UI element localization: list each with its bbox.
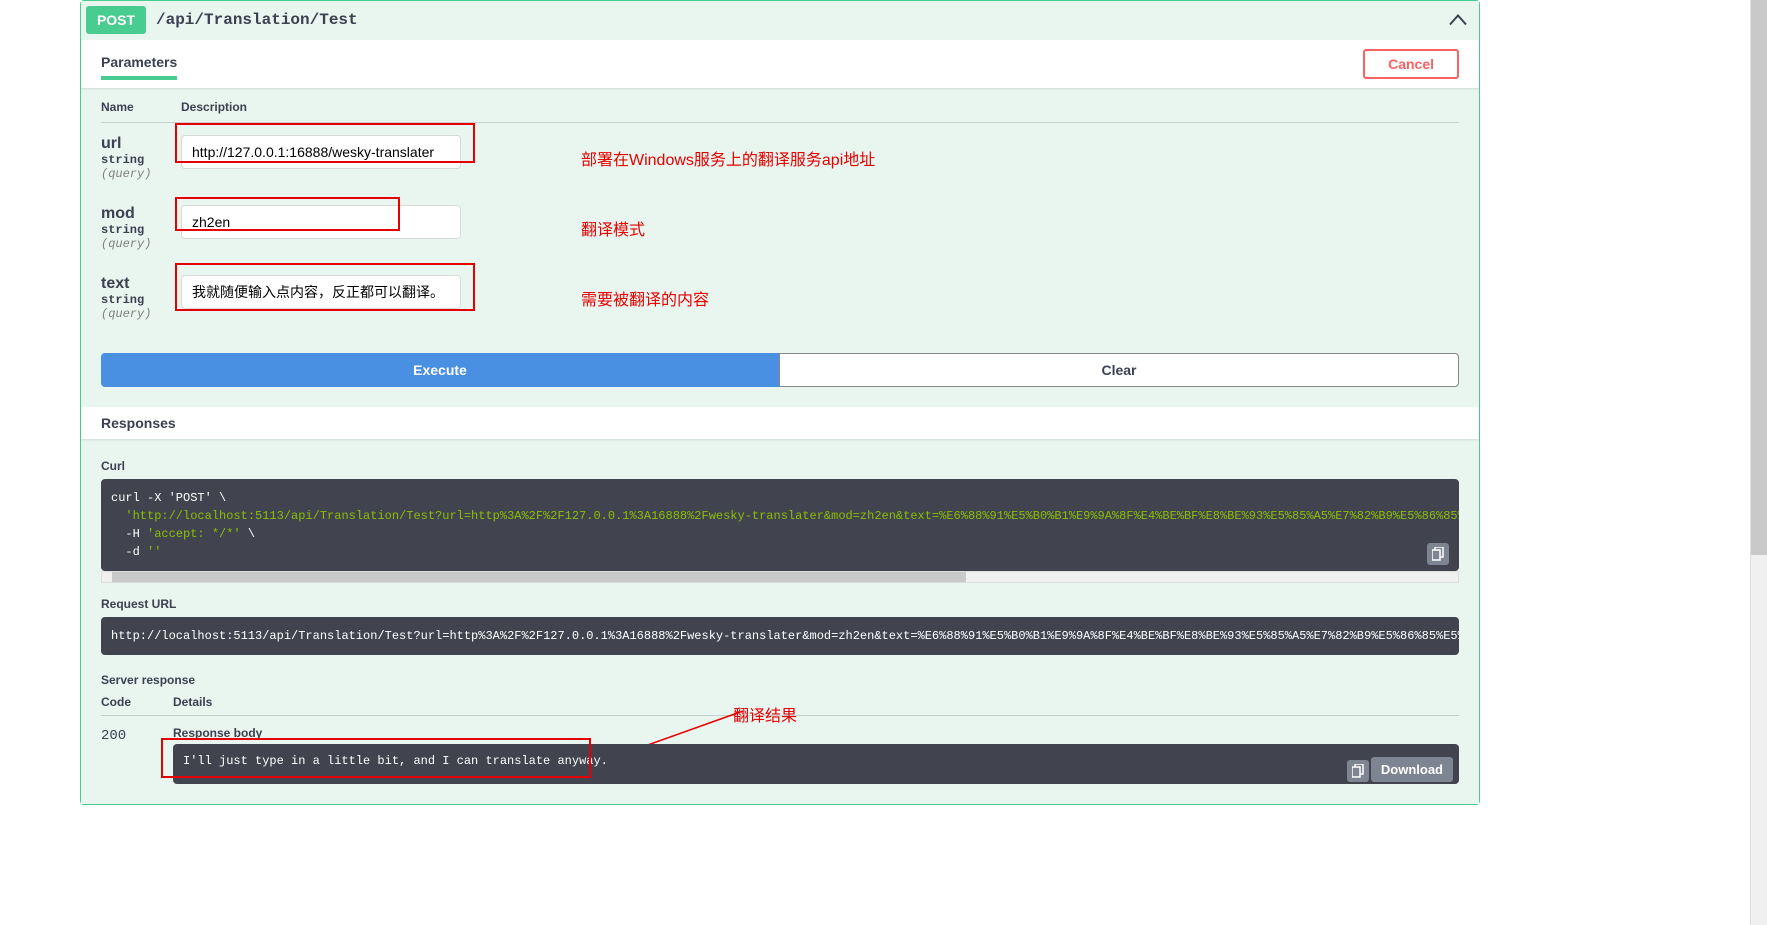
param-type: string (101, 153, 181, 167)
curl-label: Curl (101, 459, 1459, 473)
responses-body: Curl curl -X 'POST' \ 'http://localhost:… (81, 439, 1479, 804)
annotation-text: 部署在Windows服务上的翻译服务api地址 (571, 146, 875, 170)
response-row: 200 翻译结果 Response body I'll just type in… (101, 726, 1459, 784)
mod-input[interactable] (181, 205, 461, 239)
param-name: url (101, 135, 181, 153)
param-name: mod (101, 205, 181, 223)
download-button[interactable]: Download (1371, 757, 1453, 782)
endpoint-summary[interactable]: POST /api/Translation/Test (81, 1, 1479, 40)
param-in: (query) (101, 307, 181, 321)
cancel-button[interactable]: Cancel (1363, 49, 1459, 79)
param-row-url: url string (query) 部署在Windows服务上的翻译服务api… (101, 123, 1459, 193)
parameters-table: Name Description url string (query) 部署在W… (81, 88, 1479, 353)
vertical-scrollbar[interactable] (1750, 0, 1767, 925)
curl-block[interactable]: curl -X 'POST' \ 'http://localhost:5113/… (101, 479, 1459, 571)
text-input[interactable] (181, 275, 461, 309)
copy-icon[interactable] (1347, 760, 1369, 782)
endpoint-path: /api/Translation/Test (146, 11, 358, 29)
responses-header: Responses (81, 407, 1479, 439)
response-body-label: Response body (173, 726, 1459, 740)
clear-button[interactable]: Clear (779, 353, 1459, 387)
param-type: string (101, 293, 181, 307)
response-code: 200 (101, 726, 173, 744)
operation-block: POST /api/Translation/Test Parameters Ca… (80, 0, 1480, 805)
horizontal-scrollbar[interactable] (101, 571, 1459, 583)
annotation-text: 需要被翻译的内容 (571, 286, 709, 310)
details-col-header: Details (173, 695, 1459, 709)
param-type: string (101, 223, 181, 237)
request-url-block[interactable]: http://localhost:5113/api/Translation/Te… (101, 617, 1459, 655)
param-in: (query) (101, 237, 181, 251)
annotation-text: 翻译模式 (571, 216, 645, 240)
responses-title: Responses (101, 415, 176, 431)
execute-button[interactable]: Execute (101, 353, 779, 387)
parameters-tab[interactable]: Parameters (101, 48, 177, 80)
copy-icon[interactable] (1427, 543, 1449, 565)
url-input[interactable] (181, 135, 461, 169)
param-name: text (101, 275, 181, 293)
response-body-block[interactable]: I'll just type in a little bit, and I ca… (173, 744, 1459, 784)
request-url-label: Request URL (101, 597, 1459, 611)
param-row-mod: mod string (query) 翻译模式 (101, 193, 1459, 263)
col-name-header: Name (101, 100, 181, 114)
col-desc-header: Description (181, 100, 1459, 114)
parameters-header: Parameters Cancel (81, 40, 1479, 88)
server-response-label: Server response (101, 673, 1459, 687)
code-col-header: Code (101, 695, 173, 709)
param-row-text: text string (query) 需要被翻译的内容 (101, 263, 1459, 333)
chevron-up-icon[interactable] (1449, 10, 1467, 31)
http-method-badge: POST (86, 6, 146, 34)
param-in: (query) (101, 167, 181, 181)
